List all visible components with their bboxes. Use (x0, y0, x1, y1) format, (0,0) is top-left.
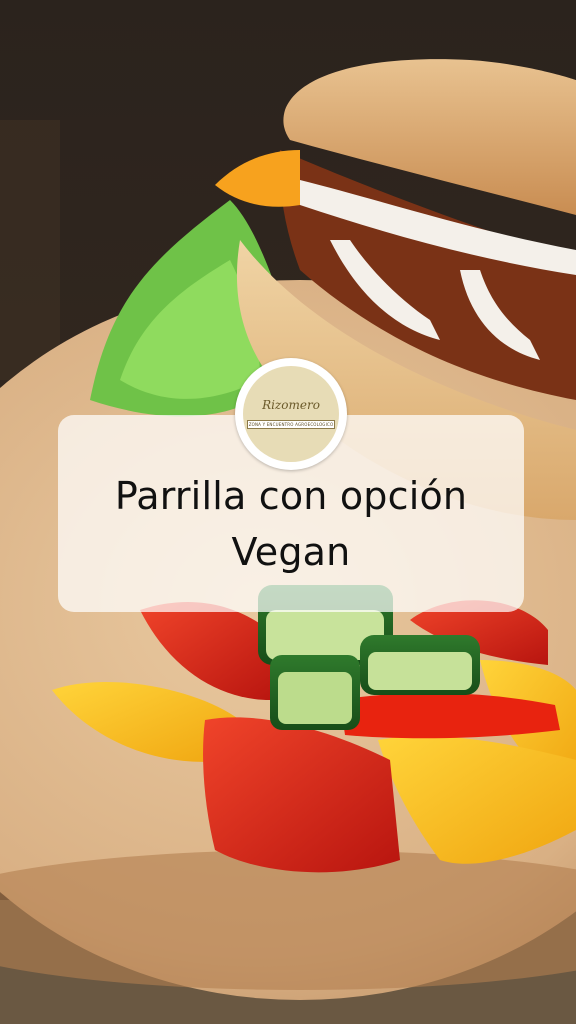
caption-line-1: Parrilla con opción (114, 473, 468, 518)
brand-logo: Rizomero ZONA Y ENCUENTRO AGROECOLOGICO (235, 358, 347, 470)
caption-line-2: Vegan (231, 529, 351, 574)
story-frame: Parrilla con opción Vegan Rizomero ZONA … (0, 0, 576, 1024)
logo-badge: Rizomero ZONA Y ENCUENTRO AGROECOLOGICO (243, 366, 339, 462)
logo-name: Rizomero (262, 398, 320, 412)
logo-tagline: ZONA Y ENCUENTRO AGROECOLOGICO (248, 422, 334, 427)
